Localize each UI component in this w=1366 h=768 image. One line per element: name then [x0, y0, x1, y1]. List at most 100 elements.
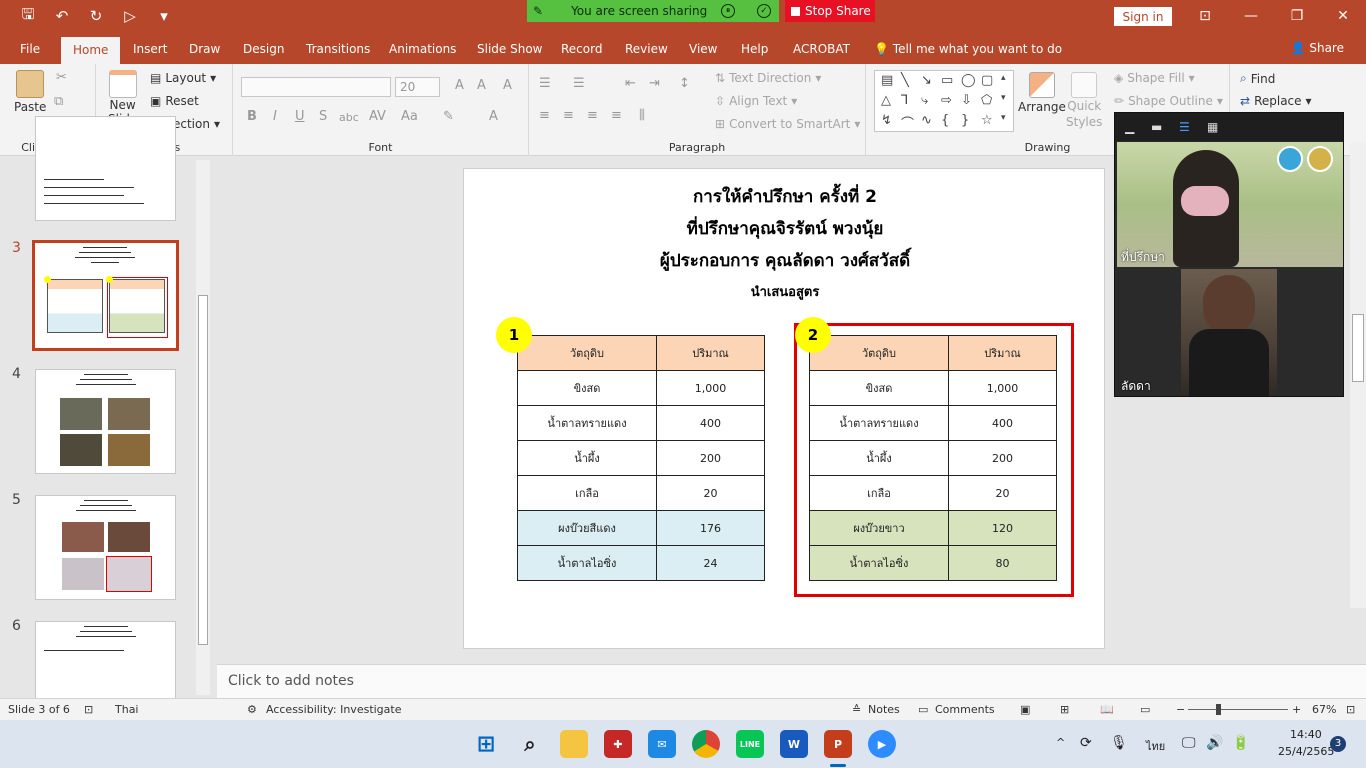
gallery-more-icon[interactable]: ▾ — [1001, 113, 1006, 123]
slide-thumbnail-4[interactable] — [35, 369, 176, 474]
tab-transitions[interactable]: Transitions — [304, 34, 372, 64]
file-explorer-icon[interactable] — [560, 730, 588, 758]
copy-icon[interactable]: ⧉ — [54, 94, 63, 109]
zoom-slider-thumb[interactable] — [1216, 704, 1221, 715]
mail-icon[interactable]: ✉ — [648, 730, 676, 758]
font-size-box[interactable]: 20 — [395, 77, 440, 97]
notes-pane[interactable]: Click to add notes — [217, 664, 1366, 698]
microphone-icon[interactable]: 🎙 — [1110, 735, 1128, 751]
reading-view-icon[interactable]: 📖 — [1100, 703, 1114, 716]
comments-icon[interactable]: ▭ — [918, 703, 928, 716]
right-brace-shape-icon[interactable]: } — [961, 113, 969, 128]
strikethrough-icon[interactable]: abc — [339, 111, 359, 124]
decrease-indent-icon[interactable]: ⇤ — [625, 76, 636, 91]
font-color-icon[interactable]: A — [489, 109, 498, 124]
line-app-icon[interactable]: LINE — [736, 730, 764, 758]
left-brace-shape-icon[interactable]: { — [941, 113, 949, 128]
notes-toggle[interactable]: Notes — [868, 703, 900, 716]
shield-app-icon[interactable]: ✚ — [604, 730, 632, 758]
current-slide[interactable]: การให้คำปรึกษา ครั้งที่ 2 ที่ปรึกษาคุณจิ… — [463, 168, 1105, 649]
underline-icon[interactable]: U — [295, 109, 305, 124]
editor-scrollbar[interactable] — [1350, 142, 1366, 608]
tab-home[interactable]: Home — [61, 37, 121, 64]
shape-fill-button[interactable]: ◈ Shape Fill ▾ — [1114, 71, 1195, 85]
bold-icon[interactable]: B — [247, 109, 257, 124]
layout-button[interactable]: ▤ Layout ▾ — [150, 71, 216, 85]
cut-icon[interactable]: ✂ — [56, 70, 67, 85]
right-arrow-shape-icon[interactable]: ⇨ — [941, 93, 952, 108]
strip-view-icon[interactable]: ☰ — [1179, 120, 1190, 134]
number-badge-2[interactable]: 2 — [795, 317, 831, 353]
increase-indent-icon[interactable]: ⇥ — [649, 76, 660, 91]
normal-view-icon[interactable]: ▣ — [1020, 703, 1030, 716]
slide-title-line-2[interactable]: ที่ปรึกษาคุณจิรรัตน์ พวงนุ้ย — [464, 215, 1106, 242]
align-right-icon[interactable]: ≡ — [587, 108, 598, 123]
oval-shape-icon[interactable]: ◯ — [961, 73, 976, 88]
editor-scroll-thumb[interactable] — [1352, 314, 1364, 382]
shadow-icon[interactable]: S — [319, 109, 327, 124]
star-shape-icon[interactable]: ☆ — [981, 113, 993, 128]
network-icon[interactable]: 🖵 — [1182, 735, 1196, 751]
accessibility-icon[interactable]: ⚙ — [247, 703, 257, 716]
share-button[interactable]: 👤 Share — [1291, 41, 1344, 55]
shapes-gallery[interactable]: ▤ ╲ ↘ ▭ ◯ ▢ △ ⅂ ⤷ ⇨ ⇩ ⬠ ↯ ⌒ ∿ { } ☆ ▴ ▾ … — [874, 70, 1014, 132]
arrange-button[interactable]: Arrange — [1018, 72, 1066, 114]
formula-table-1[interactable]: วัตถุดิบ ปริมาณ ขิงสด 1,000 น้ำตาลทรายแดง… — [517, 335, 765, 581]
windows-start-icon[interactable]: ⊞ — [472, 730, 500, 758]
italic-icon[interactable]: I — [273, 109, 277, 124]
volume-icon[interactable]: 🔊 — [1206, 735, 1223, 751]
grow-font-icon[interactable]: A — [455, 78, 464, 93]
change-case-icon[interactable]: Aa — [401, 109, 418, 124]
tab-animations[interactable]: Animations — [387, 34, 458, 64]
minimize-icon[interactable]: — — [1228, 0, 1274, 32]
tab-draw[interactable]: Draw — [187, 34, 222, 64]
highlight-icon[interactable]: ✎ — [443, 109, 454, 124]
comments-toggle[interactable]: Comments — [935, 703, 995, 716]
slideshow-view-icon[interactable]: ▭ — [1140, 703, 1150, 716]
word-icon[interactable]: W — [780, 730, 808, 758]
spelling-check-icon[interactable]: ⊡ — [84, 703, 93, 716]
slide-title-line-3[interactable]: ผู้ประกอบการ คุณลัดดา วงศ์สวัสดิ์ — [464, 247, 1106, 274]
clock-time[interactable]: 14:40 — [1290, 728, 1322, 741]
search-icon[interactable]: ⌕ — [516, 730, 544, 758]
notification-badge[interactable]: 3 — [1330, 736, 1346, 752]
zoom-level[interactable]: 67% — [1312, 703, 1336, 716]
slide-sorter-icon[interactable]: ⊞ — [1060, 703, 1069, 716]
thumbnails-scrollbar[interactable] — [196, 160, 210, 695]
triangle-shape-icon[interactable]: △ — [881, 93, 891, 108]
align-text-button[interactable]: ⇳ Align Text ▾ — [715, 94, 797, 108]
columns-icon[interactable]: ⫼ — [639, 108, 645, 123]
input-language[interactable]: ไทย — [1146, 737, 1165, 755]
tab-acrobat[interactable]: ACROBAT — [791, 34, 852, 64]
tab-insert[interactable]: Insert — [131, 34, 169, 64]
tab-review[interactable]: Review — [623, 34, 670, 64]
zoom-out-icon[interactable]: − — [1176, 703, 1185, 716]
zoom-in-icon[interactable]: + — [1292, 703, 1301, 716]
chrome-icon[interactable] — [692, 730, 720, 758]
single-view-icon[interactable]: ▬ — [1151, 120, 1162, 134]
ribbon-display-icon[interactable]: ⊡ — [1182, 0, 1228, 32]
char-spacing-icon[interactable]: AV — [369, 109, 386, 124]
gallery-scroll-down-icon[interactable]: ▾ — [1001, 93, 1006, 103]
participant-video-2[interactable] — [1181, 269, 1277, 396]
start-from-beginning-icon[interactable]: ▷ — [120, 6, 140, 26]
rounded-rect-shape-icon[interactable]: ▢ — [981, 73, 993, 88]
tab-view[interactable]: View — [687, 34, 719, 64]
down-arrow-shape-icon[interactable]: ⇩ — [961, 93, 972, 108]
restore-icon[interactable]: ❐ — [1274, 0, 1320, 32]
pause-icon[interactable]: ⏸ — [721, 4, 736, 18]
notes-icon[interactable]: ≙ — [852, 703, 861, 716]
text-direction-button[interactable]: ⇅ Text Direction ▾ — [715, 71, 821, 85]
find-button[interactable]: ⌕ Find — [1240, 71, 1275, 86]
save-icon[interactable]: 🖫 — [18, 5, 38, 26]
gallery-view-icon[interactable]: ▦ — [1207, 120, 1218, 134]
slide-thumbnail-5[interactable] — [35, 495, 176, 600]
quick-styles-button[interactable]: Quick Styles — [1066, 72, 1102, 130]
bullets-icon[interactable]: ☰ — [539, 76, 551, 91]
tab-record[interactable]: Record — [559, 34, 604, 64]
textbox-shape-icon[interactable]: ▤ — [881, 73, 893, 88]
tab-slide-show[interactable]: Slide Show — [475, 34, 544, 64]
tell-me-box[interactable]: 💡 Tell me what you want to do — [872, 34, 1064, 64]
meeting-video-panel[interactable]: ▁ ▬ ☰ ▦ ที่ปรึกษา ลัดดา — [1114, 112, 1344, 397]
powerpoint-icon[interactable]: P — [824, 730, 852, 758]
